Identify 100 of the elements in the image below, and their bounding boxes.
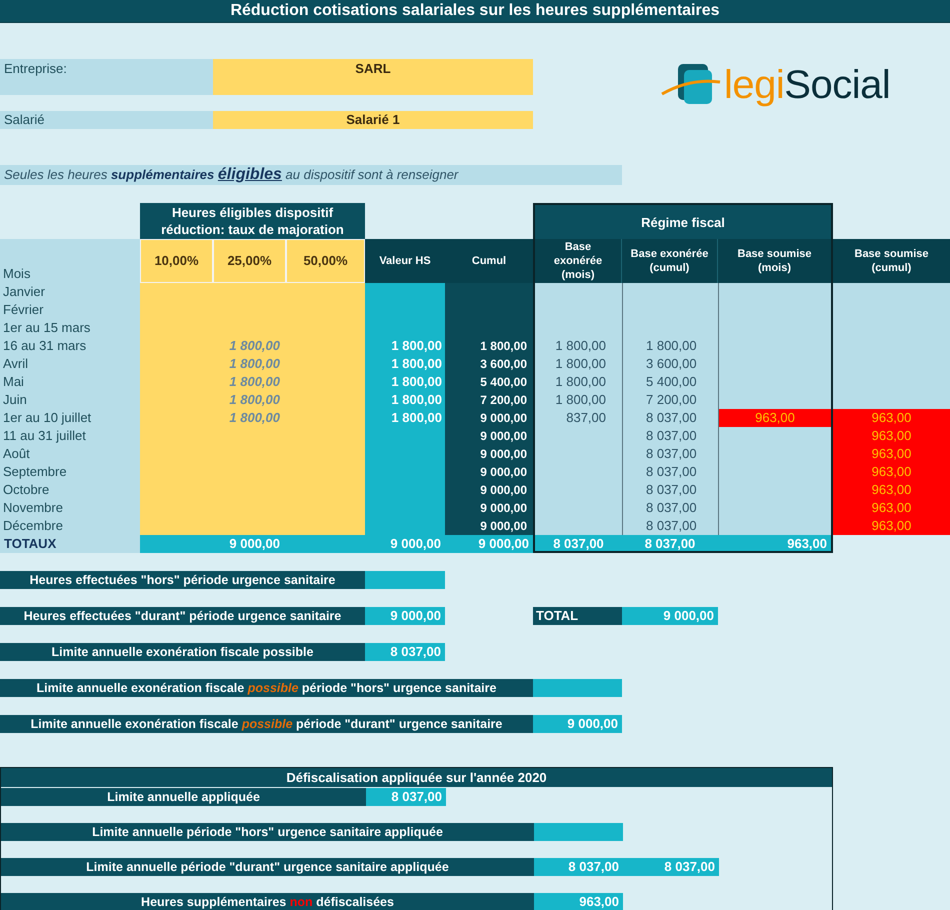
summary-label: Limite annuelle exonération fiscale possible période "hors" urgence sanitaire bbox=[0, 679, 533, 697]
exempt-cumul-cell-text: 7 200,00 bbox=[645, 391, 698, 409]
summary-value: 8 037,00 bbox=[534, 858, 623, 876]
month-cell: Septembre bbox=[0, 463, 140, 481]
cumul-cell-text: 9 000,00 bbox=[479, 464, 528, 481]
total-cell-text: 9 000,00 bbox=[389, 535, 442, 553]
section-title: Défiscalisation appliquée sur l'année 2020 bbox=[1, 768, 832, 787]
column-group-header: Heures éligibles dispositif réduction: taux de majoration bbox=[140, 203, 365, 240]
total-cell-text: 9 000,00 bbox=[228, 535, 281, 553]
summary-label: Limite annuelle période "hors" urgence sanitaire appliquée bbox=[1, 823, 534, 841]
column-header: Base exonérée (mois) bbox=[533, 239, 622, 283]
cumul-cell-text: 5 400,00 bbox=[479, 374, 528, 391]
rate-cell-text: 1 800,00 bbox=[228, 409, 281, 427]
month-cell: Octobre bbox=[0, 481, 140, 499]
taxed-cumul-cell: 963,00 bbox=[833, 409, 950, 427]
month-cell: Novembre bbox=[0, 499, 140, 517]
cumul-cell-text: 9 000,00 bbox=[479, 482, 528, 499]
rate-cell-text: 1 800,00 bbox=[228, 355, 281, 373]
column-header: Base exonérée (cumul) bbox=[622, 239, 718, 283]
summary-label: Heures effectuées "durant" période urgence sanitaire bbox=[0, 607, 365, 625]
summary-label: Limite annuelle exonération fiscale possible bbox=[0, 643, 365, 661]
exempt-cumul-cell-text: 1 800,00 bbox=[645, 337, 698, 355]
exempt-cumul-cell-text: 8 037,00 bbox=[645, 409, 698, 427]
month-cell: Août bbox=[0, 445, 140, 463]
summary-value: 9 000,00 bbox=[365, 607, 445, 625]
summary-label: Limite annuelle exonération fiscale possible période "durant" urgence sanitaire bbox=[0, 715, 533, 733]
hours-value-cell-text: 1 800,00 bbox=[390, 355, 443, 373]
month-cell: Juin bbox=[0, 391, 140, 409]
summary-label: Heures effectuées "hors" période urgence sanitaire bbox=[0, 571, 365, 589]
hours-value-cell-text: 1 800,00 bbox=[390, 373, 443, 391]
exempt-base-cell-text: 837,00 bbox=[565, 409, 607, 427]
exempt-cumul-cell-text: 8 037,00 bbox=[645, 481, 698, 499]
rate-cell-text: 1 800,00 bbox=[228, 337, 281, 355]
hours-value-cell-text: 1 800,00 bbox=[390, 409, 443, 427]
employee-field[interactable]: Salarié 1 bbox=[213, 111, 533, 129]
summary-value: 8 037,00 bbox=[366, 788, 446, 806]
hours-value-cell-text: 1 800,00 bbox=[390, 337, 443, 355]
summary-value: 963,00 bbox=[534, 893, 623, 910]
taxed-cumul-cell: 963,00 bbox=[833, 445, 950, 463]
taxed-cumul-cell: 963,00 bbox=[833, 463, 950, 481]
logo-text: legiSocial bbox=[724, 62, 890, 108]
notice-text: Seules les heures supplémentaires éligibles au dispositif sont à renseigner bbox=[0, 165, 622, 185]
employee-label: Salarié bbox=[0, 111, 213, 129]
total-cell-text: 9 000,00 bbox=[477, 535, 530, 553]
column-header: Base soumise (mois) bbox=[718, 239, 833, 283]
column-header: 50,00% bbox=[286, 239, 365, 283]
exempt-cumul-cell-text: 3 600,00 bbox=[645, 355, 698, 373]
summary-label: Limite annuelle période "durant" urgence sanitaire appliquée bbox=[1, 858, 534, 876]
month-cell: 16 au 31 mars bbox=[0, 337, 140, 355]
exempt-base-cell-text: 1 800,00 bbox=[554, 355, 607, 373]
column-header: 10,00% bbox=[140, 239, 213, 283]
month-cell: 1er au 10 juillet bbox=[0, 409, 140, 427]
exempt-base-cell-text: 1 800,00 bbox=[554, 337, 607, 355]
column-header: Mois bbox=[0, 239, 140, 283]
month-cell: 1er au 15 mars bbox=[0, 319, 140, 337]
summary-value: 8 037,00 bbox=[623, 858, 719, 876]
taxed-base-cell: 963,00 bbox=[719, 409, 831, 427]
rate-cell-text: 1 800,00 bbox=[228, 373, 281, 391]
exempt-cumul-cell-text: 5 400,00 bbox=[645, 373, 698, 391]
taxed-cumul-cell: 963,00 bbox=[833, 427, 950, 445]
exempt-cumul-cell-text: 8 037,00 bbox=[645, 517, 698, 535]
total-value: 9 000,00 bbox=[622, 607, 718, 625]
exempt-cumul-cell-text: 8 037,00 bbox=[645, 445, 698, 463]
column-group-header: Régime fiscal bbox=[533, 203, 833, 240]
exempt-base-cell-text: 1 800,00 bbox=[554, 373, 607, 391]
month-cell: 11 au 31 juillet bbox=[0, 427, 140, 445]
taxed-cumul-cell: 963,00 bbox=[833, 499, 950, 517]
sheet-title: Réduction cotisations salariales sur les heures supplémentaires bbox=[0, 0, 950, 23]
summary-label: Heures supplémentaires non défiscalisées bbox=[1, 893, 534, 910]
exempt-cumul-cell-text: 8 037,00 bbox=[645, 499, 698, 517]
summary-value: 8 037,00 bbox=[365, 643, 445, 661]
cumul-cell-text: 3 600,00 bbox=[479, 356, 528, 373]
total-cell: 8 037,00 bbox=[533, 535, 622, 553]
cumul-cell-text: 9 000,00 bbox=[479, 500, 528, 517]
total-cell: 8 037,00 bbox=[622, 535, 718, 553]
exempt-cumul-cell-text: 8 037,00 bbox=[645, 427, 698, 445]
company-label: Entreprise: bbox=[0, 59, 213, 95]
month-cell: Avril bbox=[0, 355, 140, 373]
month-cell: Février bbox=[0, 301, 140, 319]
cumul-cell-text: 9 000,00 bbox=[479, 446, 528, 463]
input-area[interactable] bbox=[140, 283, 365, 535]
total-cell: 963,00 bbox=[718, 535, 833, 553]
hours-value-cell-text: 1 800,00 bbox=[390, 391, 443, 409]
cumul-cell-text: 7 200,00 bbox=[479, 392, 528, 409]
taxed-cumul-cell: 963,00 bbox=[833, 517, 950, 535]
totals-label: TOTAUX bbox=[0, 535, 140, 553]
month-cell: Mai bbox=[0, 373, 140, 391]
total-label: TOTAL bbox=[533, 607, 622, 625]
cumul-cell-text: 1 800,00 bbox=[479, 338, 528, 355]
exempt-cumul-cell-text: 8 037,00 bbox=[645, 463, 698, 481]
summary-label: Limite annuelle appliquée bbox=[1, 788, 366, 806]
summary-value: 9 000,00 bbox=[533, 715, 622, 733]
column-header: Valeur HS bbox=[365, 239, 445, 283]
company-field[interactable]: SARL bbox=[213, 59, 533, 95]
cumul-cell-text: 9 000,00 bbox=[479, 428, 528, 445]
column-header: Cumul bbox=[445, 239, 533, 283]
month-cell: Décembre bbox=[0, 517, 140, 535]
column-header: 25,00% bbox=[213, 239, 286, 283]
rate-cell-text: 1 800,00 bbox=[228, 391, 281, 409]
cumul-cell-text: 9 000,00 bbox=[479, 518, 528, 535]
